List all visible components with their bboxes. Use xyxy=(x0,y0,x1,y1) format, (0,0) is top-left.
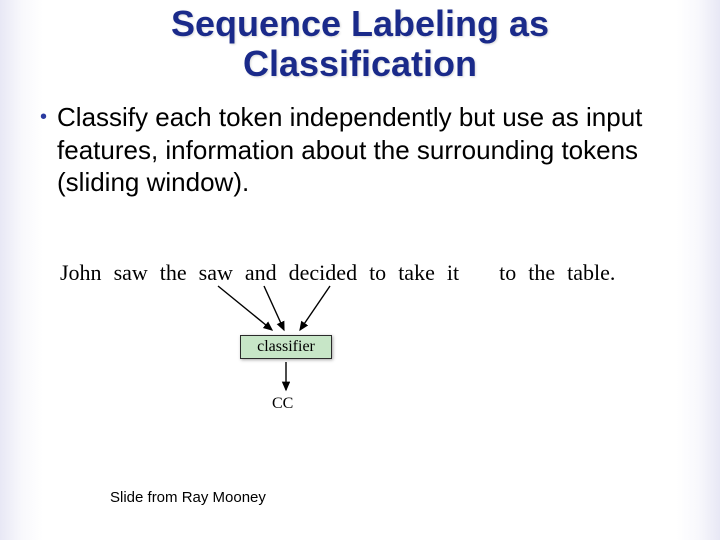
title-line-2: Classification xyxy=(243,43,477,84)
token: saw xyxy=(199,260,233,286)
slide-footer: Slide from Ray Mooney xyxy=(110,489,266,506)
token: it xyxy=(447,260,459,286)
token: the xyxy=(160,260,187,286)
token: John xyxy=(60,260,102,286)
token: table. xyxy=(567,260,615,286)
token: decided xyxy=(289,260,357,286)
diagram: John saw the saw and decided to take it … xyxy=(0,250,720,450)
slide-title: Sequence Labeling as Classification xyxy=(0,0,720,93)
bullet-list: • Classify each token independently but … xyxy=(0,93,720,199)
bullet-text: Classify each token independently but us… xyxy=(57,101,680,199)
token: and xyxy=(245,260,277,286)
arrows xyxy=(0,280,720,450)
bullet-dot-icon: • xyxy=(40,103,47,131)
slide: Sequence Labeling as Classification • Cl… xyxy=(0,0,720,540)
token: take xyxy=(398,260,435,286)
token: saw xyxy=(114,260,148,286)
token: to xyxy=(499,260,516,286)
bullet-item: • Classify each token independently but … xyxy=(40,101,680,199)
output-tag: CC xyxy=(272,395,293,413)
title-line-1: Sequence Labeling as xyxy=(171,3,549,44)
token: to xyxy=(369,260,386,286)
classifier-box: classifier xyxy=(240,335,332,359)
gap xyxy=(471,260,487,286)
classifier-label: classifier xyxy=(257,338,315,355)
token: the xyxy=(528,260,555,286)
example-sentence: John saw the saw and decided to take it … xyxy=(60,260,680,286)
